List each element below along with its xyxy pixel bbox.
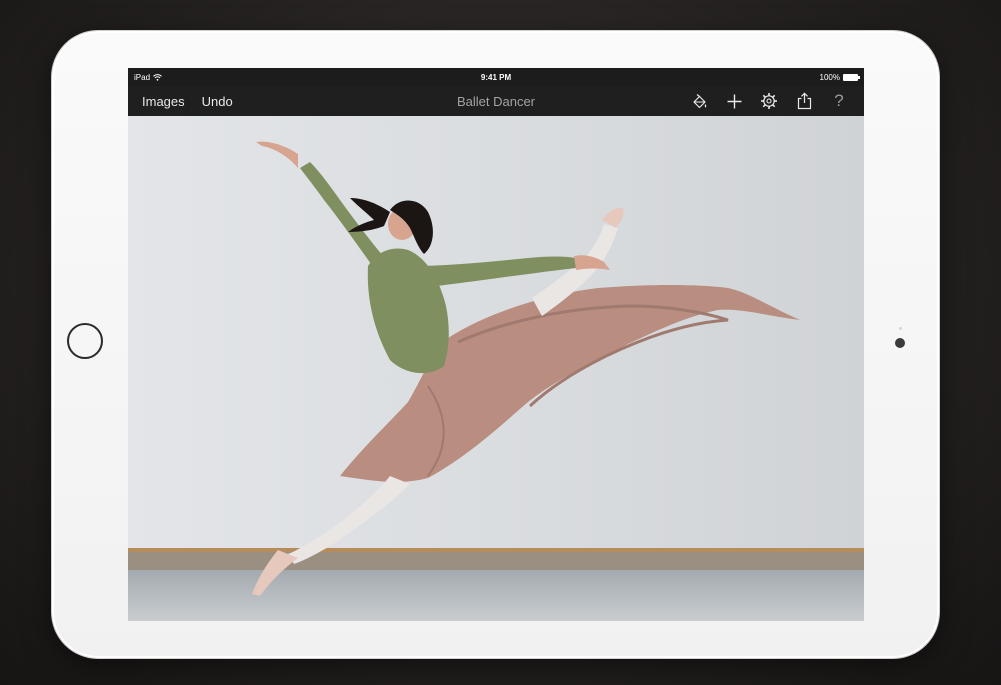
gear-icon[interactable] — [758, 90, 780, 112]
dancer-leaping-photo[interactable] — [128, 116, 864, 621]
nav-left-group: Images Undo — [142, 86, 233, 116]
battery-icon — [843, 74, 860, 81]
status-battery-group: 100% — [819, 73, 860, 82]
share-icon[interactable] — [793, 90, 815, 112]
document-title[interactable]: Ballet Dancer — [457, 94, 535, 109]
navigation-bar: Images Undo Ballet Dancer ? — [128, 86, 864, 116]
battery-percent: 100% — [819, 73, 840, 82]
plus-icon[interactable] — [723, 90, 745, 112]
ipad-device: iPad 9:41 PM 100% Images Undo Ballet Dan… — [52, 31, 939, 658]
home-button[interactable] — [67, 323, 103, 359]
front-camera — [895, 338, 905, 348]
undo-button[interactable]: Undo — [202, 94, 233, 109]
status-bar: iPad 9:41 PM 100% — [128, 68, 864, 86]
nav-right-group: ? — [688, 86, 850, 116]
help-icon[interactable]: ? — [828, 90, 850, 112]
screen: iPad 9:41 PM 100% Images Undo Ballet Dan… — [128, 68, 864, 621]
paint-bucket-icon[interactable] — [688, 90, 710, 112]
status-time: 9:41 PM — [480, 73, 512, 82]
ambient-light-sensor — [899, 327, 902, 330]
images-button[interactable]: Images — [142, 94, 185, 109]
